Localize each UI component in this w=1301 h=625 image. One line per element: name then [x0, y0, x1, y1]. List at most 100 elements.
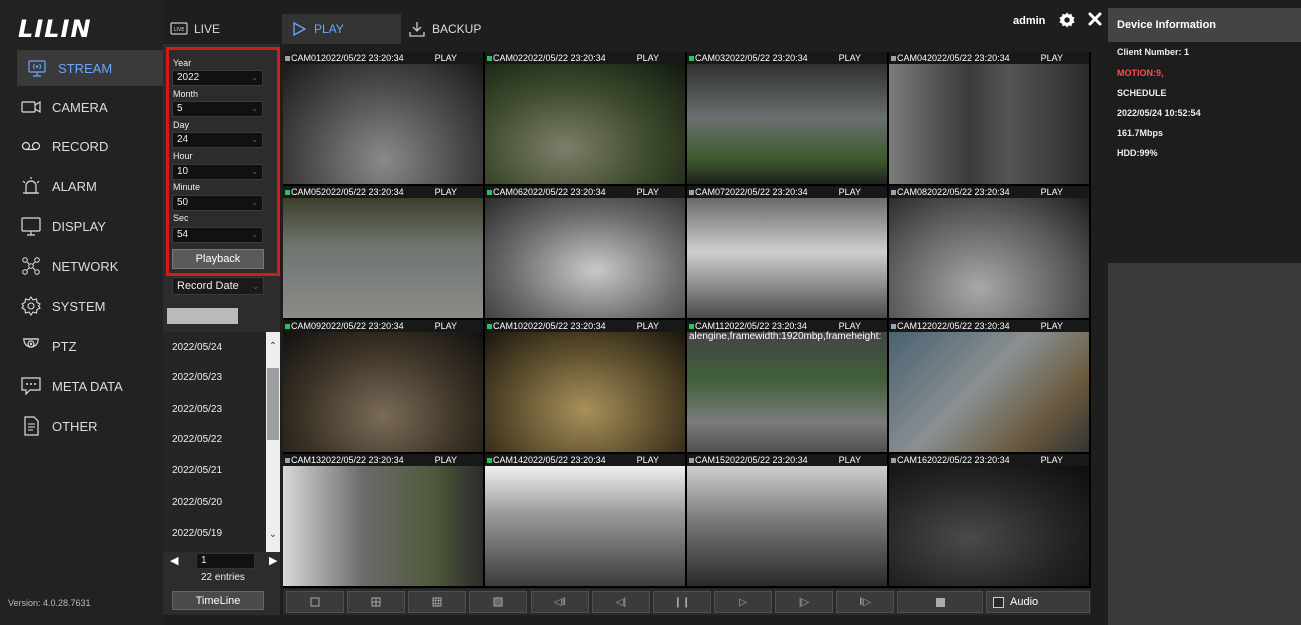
camera-video[interactable]	[283, 198, 483, 318]
date-filter-input[interactable]	[167, 308, 238, 324]
date-list-item[interactable]: 2022/05/23	[172, 404, 222, 415]
fast-rewind-button[interactable]: ◁‖	[531, 591, 589, 613]
sidebar-item-system[interactable]: SYSTEM	[20, 288, 160, 324]
scroll-up-icon[interactable]: ⌃	[267, 340, 279, 354]
chevron-down-icon: ⌄	[251, 230, 258, 239]
camera-video[interactable]	[889, 466, 1089, 586]
sidebar-item-network[interactable]: NETWORK	[20, 248, 160, 284]
sidebar-item-ptz[interactable]: PTZ	[20, 328, 160, 364]
tab-backup[interactable]: BACKUP	[408, 14, 498, 44]
camera-video[interactable]	[485, 332, 685, 452]
close-icon[interactable]	[1087, 11, 1103, 27]
camera-video[interactable]	[485, 466, 685, 586]
layout-1-button[interactable]	[286, 591, 344, 613]
camera-tile[interactable]: CAM102022/05/22 23:20:34 PLAY	[485, 320, 685, 452]
camera-tile[interactable]: CAM052022/05/22 23:20:34 PLAY	[283, 186, 483, 318]
camera-tile[interactable]: CAM122022/05/22 23:20:34 PLAY	[889, 320, 1089, 452]
camera-video[interactable]	[889, 332, 1089, 452]
camera-tile[interactable]: CAM072022/05/22 23:20:34 PLAY	[687, 186, 887, 318]
tab-play[interactable]: PLAY	[282, 14, 401, 44]
sidebar-item-stream[interactable]: STREAM	[17, 50, 163, 86]
fast-forward-button[interactable]: ‖▷	[836, 591, 894, 613]
sidebar: LILIN STREAM CAMERA RECORD ALARM DISPLAY NETW…	[0, 0, 163, 625]
date-list-item[interactable]: 2022/05/24	[172, 342, 222, 353]
camera-overlay-text: alengine,framewidth:1920mbp,frameheight:	[689, 331, 882, 342]
page-prev-icon[interactable]: ◀	[170, 554, 178, 567]
camera-tile[interactable]: CAM042022/05/22 23:20:34 PLAY	[889, 52, 1089, 184]
scroll-thumb[interactable]	[267, 368, 279, 440]
camera-tile[interactable]: CAM062022/05/22 23:20:34 PLAY	[485, 186, 685, 318]
step-back-button[interactable]: ◁|	[592, 591, 650, 613]
camera-video[interactable]	[283, 332, 483, 452]
hour-select[interactable]: 10 ⌄	[172, 164, 263, 180]
camera-video[interactable]	[283, 64, 483, 184]
record-mode-select[interactable]: Record Date ⌄	[172, 277, 264, 295]
stop-button[interactable]	[897, 591, 983, 613]
month-select[interactable]: 5 ⌄	[172, 101, 263, 117]
layout-16-button[interactable]	[469, 591, 527, 613]
minute-select[interactable]: 50 ⌄	[172, 195, 263, 211]
page-number-input[interactable]: 1	[196, 553, 255, 569]
camera-header: CAM152022/05/22 23:20:34 PLAY	[687, 454, 887, 466]
sec-select[interactable]: 54 ⌄	[172, 227, 263, 243]
camera-tile[interactable]: CAM092022/05/22 23:20:34 PLAY	[283, 320, 483, 452]
sidebar-item-label: ALARM	[52, 178, 97, 194]
layout-4-button[interactable]	[347, 591, 405, 613]
camera-video[interactable]	[687, 466, 887, 586]
camera-status-dot	[689, 458, 694, 464]
tab-live[interactable]: LIVE LIVE	[170, 14, 260, 44]
sidebar-item-alarm[interactable]: ALARM	[20, 168, 160, 204]
sidebar-item-display[interactable]: DISPLAY	[20, 208, 160, 244]
date-list-item[interactable]: 2022/05/22	[172, 434, 222, 445]
date-list-item[interactable]: 2022/05/21	[172, 465, 222, 476]
sidebar-item-record[interactable]: RECORD	[20, 128, 160, 164]
date-list-scrollbar[interactable]: ⌃ ⌄	[266, 332, 280, 552]
camera-tile[interactable]: CAM162022/05/22 23:20:34 PLAY	[889, 454, 1089, 586]
minute-label: Minute	[173, 182, 201, 192]
tab-play-label: PLAY	[314, 22, 344, 36]
playback-button[interactable]: Playback	[172, 249, 264, 269]
day-select[interactable]: 24 ⌄	[172, 132, 263, 148]
date-list-item[interactable]: 2022/05/20	[172, 497, 222, 508]
device-info-body: Client Number: 1 MOTION:9, SCHEDULE 2022…	[1108, 42, 1301, 263]
pager: ◀ 1 ▶ 22 entries	[163, 552, 280, 583]
camera-tile[interactable]: CAM152022/05/22 23:20:34 PLAY	[687, 454, 887, 586]
camera-video[interactable]	[687, 64, 887, 184]
page-next-icon[interactable]: ▶	[269, 554, 277, 567]
camera-tile[interactable]: CAM112022/05/22 23:20:34 PLAY alengine,fra…	[687, 320, 887, 452]
date-list-item[interactable]: 2022/05/19	[172, 528, 222, 539]
camera-video[interactable]	[687, 198, 887, 318]
camera-tile[interactable]: CAM142022/05/22 23:20:34 PLAY	[485, 454, 685, 586]
camera-title: CAM022022/05/22 23:20:34	[493, 53, 606, 63]
camera-video[interactable]	[485, 198, 685, 318]
user-name[interactable]: admin	[1013, 15, 1045, 27]
camera-video[interactable]	[889, 64, 1089, 184]
sidebar-item-other[interactable]: OTHER	[20, 408, 160, 444]
camera-status-dot	[891, 458, 896, 464]
svg-text:LIVE: LIVE	[174, 27, 185, 33]
camera-tile[interactable]: CAM082022/05/22 23:20:34 PLAY	[889, 186, 1089, 318]
camera-title: CAM112022/05/22 23:20:34	[695, 321, 807, 331]
year-select[interactable]: 2022 ⌄	[172, 70, 263, 86]
camera-tile[interactable]: CAM132022/05/22 23:20:34 PLAY	[283, 454, 483, 586]
audio-checkbox[interactable]	[993, 596, 1004, 608]
camera-video[interactable]	[889, 198, 1089, 318]
camera-tile[interactable]: CAM022022/05/22 23:20:34 PLAY	[485, 52, 685, 184]
audio-toggle[interactable]: Audio	[986, 591, 1090, 613]
sidebar-item-meta-data[interactable]: META DATA	[20, 368, 160, 404]
camera-play-status: PLAY	[838, 53, 861, 63]
camera-video[interactable]	[687, 332, 887, 452]
sidebar-item-camera[interactable]: CAMERA	[20, 89, 160, 125]
camera-tile[interactable]: CAM012022/05/22 23:20:34 PLAY	[283, 52, 483, 184]
layout-9-button[interactable]	[408, 591, 466, 613]
play-button[interactable]: ▷	[714, 591, 772, 613]
date-list-item[interactable]: 2022/05/23	[172, 372, 222, 383]
scroll-down-icon[interactable]: ⌄	[267, 528, 279, 542]
step-forward-button[interactable]: |▷	[775, 591, 833, 613]
camera-tile[interactable]: CAM032022/05/22 23:20:34 PLAY	[687, 52, 887, 184]
timeline-button[interactable]: TimeLine	[172, 591, 264, 610]
gear-icon[interactable]	[1058, 11, 1076, 29]
pause-button[interactable]: ❙❙	[653, 591, 711, 613]
camera-video[interactable]	[283, 466, 483, 586]
camera-video[interactable]	[485, 64, 685, 184]
